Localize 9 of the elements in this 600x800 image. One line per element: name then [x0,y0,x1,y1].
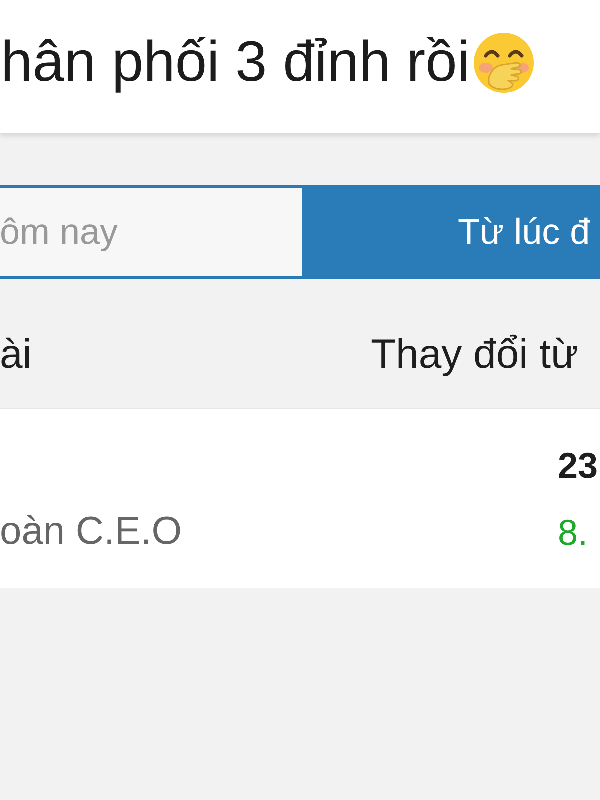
table-cell-text: oàn C.E.O [0,511,184,554]
table-cell: 23 [558,446,598,486]
column-header: ài [0,332,33,378]
face-with-hand-icon [473,32,536,94]
column-header: Thay đổi từ [371,332,580,378]
tab[interactable]: Từ lúc đ [302,185,600,279]
tab[interactable]: ôm nay [0,185,302,279]
post-title: hân phối 3 đỉnh rồi [1,30,470,96]
table-cell: 8. [558,512,588,552]
